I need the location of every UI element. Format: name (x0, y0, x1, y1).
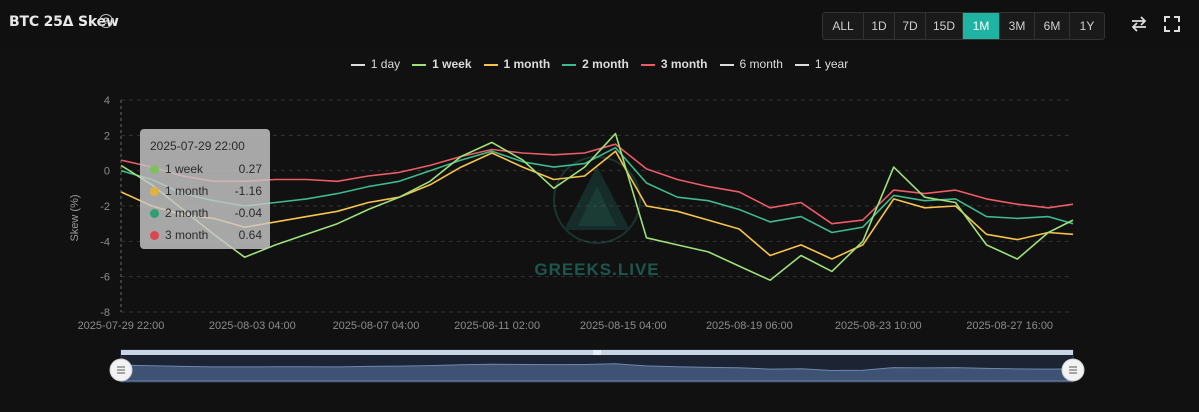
tooltip-value: -0.04 (234, 206, 262, 220)
x-tick-label: 2025-08-07 04:00 (333, 320, 420, 332)
tooltip-row: 1 month -1.16 (150, 184, 262, 200)
x-tick-label: 2025-08-11 02:00 (454, 320, 540, 332)
y-axis-label: Skew (%) (69, 194, 81, 241)
y-tick-label: 0 (104, 166, 110, 178)
x-tick-label: 2025-08-23 10:00 (835, 320, 922, 332)
tooltip-row: 3 month 0.64 (150, 228, 262, 244)
y-tick-label: 4 (104, 95, 110, 107)
tooltip-series-name: 1 week (165, 162, 204, 176)
x-tick-label: 2025-08-19 06:00 (706, 320, 793, 332)
y-tick-label: 2 (104, 130, 110, 142)
y-tick-label: -2 (100, 201, 110, 213)
watermark-text: GREEKS.LIVE (534, 260, 659, 279)
navigator-left-handle[interactable] (109, 358, 133, 382)
tooltip-value: -1.16 (234, 184, 262, 198)
y-tick-label: -8 (100, 307, 110, 319)
navigator-right-handle[interactable] (1061, 358, 1085, 382)
x-tick-label: 2025-07-29 22:00 (78, 320, 165, 332)
tooltip-dot (150, 187, 159, 196)
x-tick-label: 2025-08-03 04:00 (209, 320, 296, 332)
tooltip-value: 0.64 (238, 228, 262, 242)
y-tick-label: -6 (100, 272, 110, 284)
range-navigator[interactable] (120, 349, 1074, 383)
x-tick-label: 2025-08-15 04:00 (580, 320, 667, 332)
tooltip-value: 0.27 (238, 162, 262, 176)
y-tick-label: -4 (100, 236, 110, 248)
chart-tooltip: 2025-07-29 22:00 1 week 0.27 1 month -1.16 2… (140, 129, 270, 249)
tooltip-row: 2 month -0.04 (150, 206, 262, 222)
tooltip-dot (150, 231, 159, 240)
tooltip-series-name: 3 month (165, 228, 209, 242)
tooltip-series-name: 2 month (165, 206, 209, 220)
tooltip-date: 2025-07-29 22:00 (150, 139, 245, 153)
x-tick-label: 2025-08-27 16:00 (966, 320, 1053, 332)
tooltip-row: 1 week 0.27 (150, 162, 262, 178)
tooltip-series-name: 1 month (165, 184, 209, 198)
chart-panel: BTC 25Δ Skew ? ALL 1D 7D 15D 1M 3M 6M 1Y 1 day 1… (0, 0, 1199, 412)
tooltip-dot (150, 165, 159, 174)
tooltip-dot (150, 209, 159, 218)
